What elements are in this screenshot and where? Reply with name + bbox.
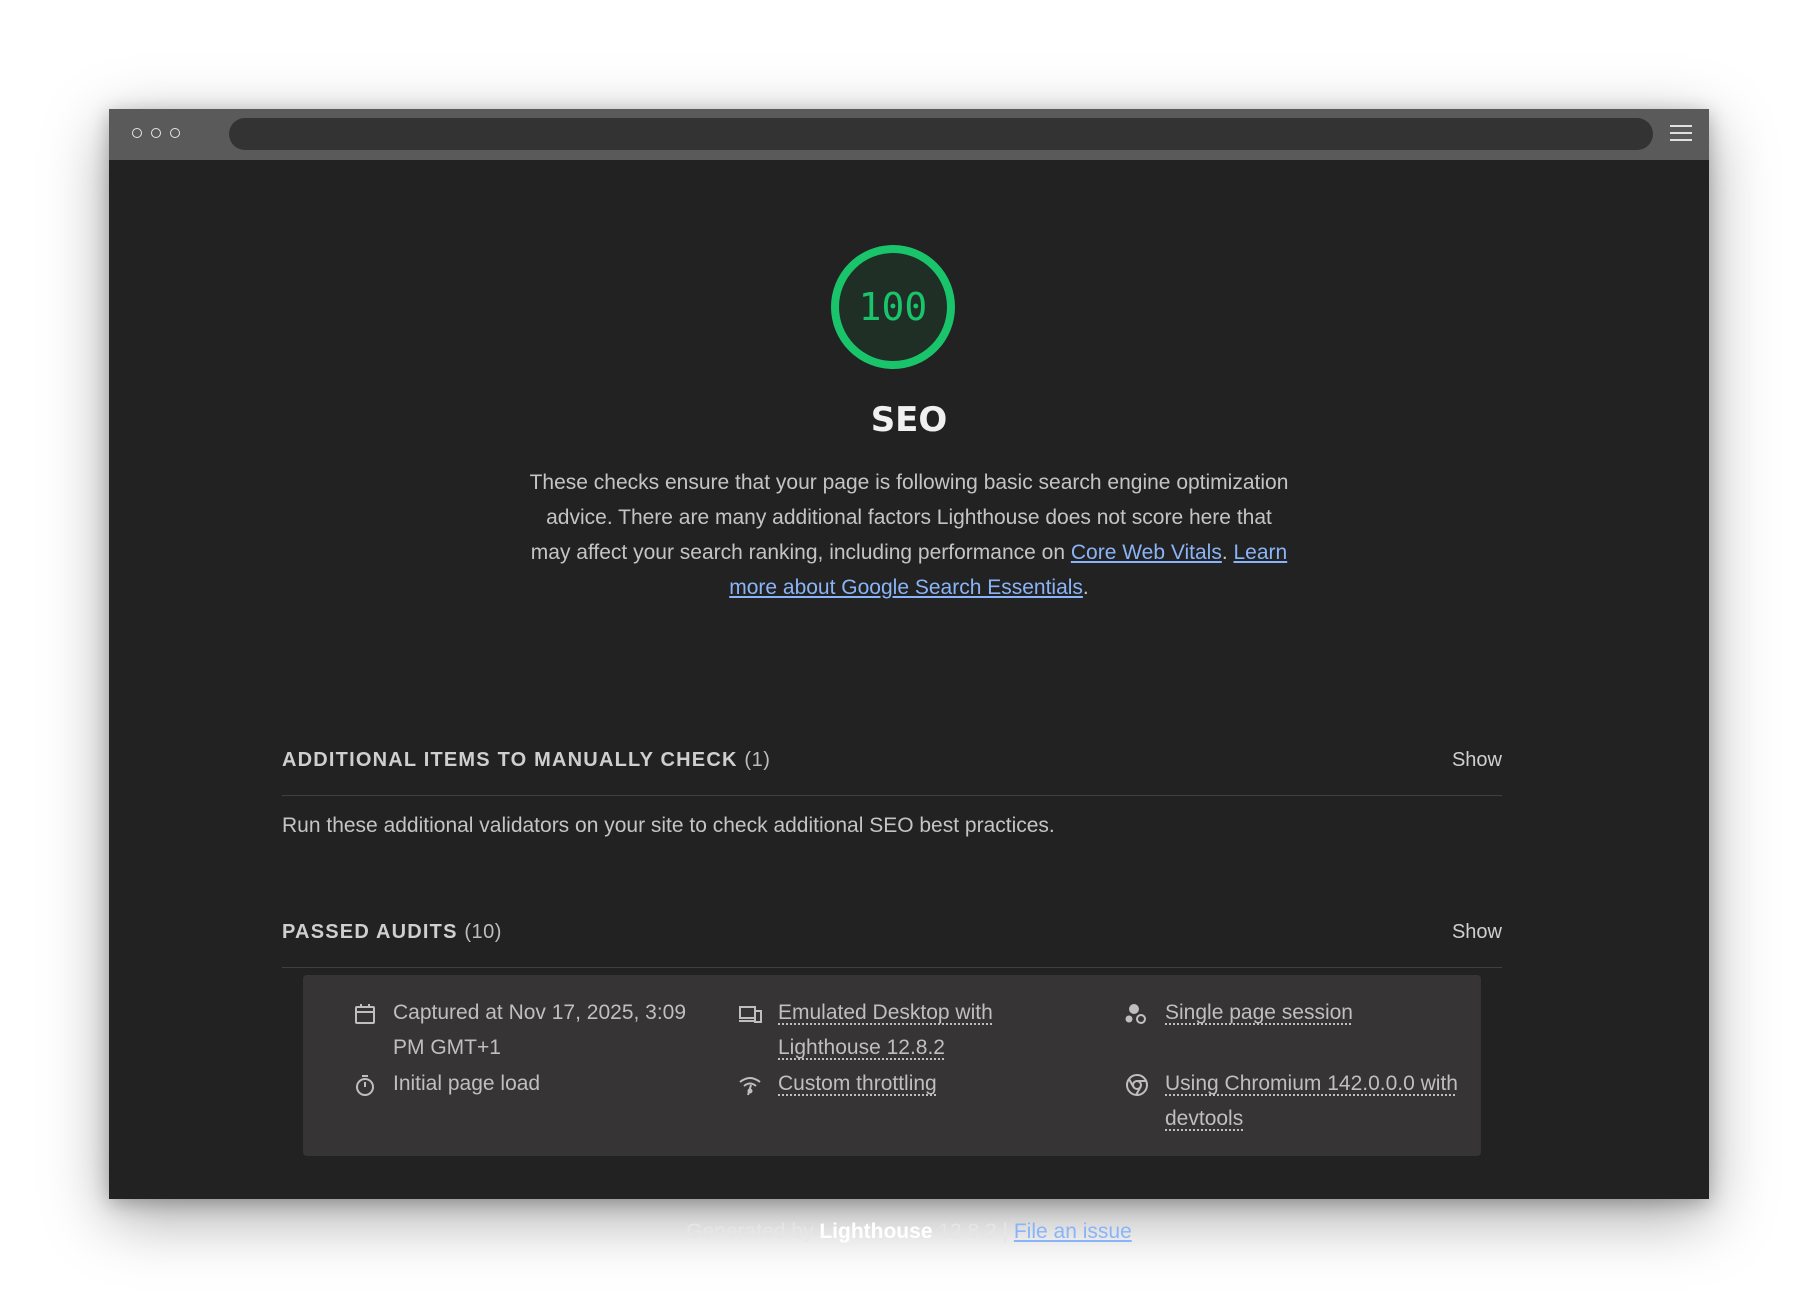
footer-brand: Lighthouse (819, 1220, 933, 1243)
window-controls (132, 128, 180, 138)
close-window-dot[interactable] (132, 128, 142, 138)
hamburger-menu-icon[interactable] (1670, 125, 1692, 143)
report-footer: Generated by Lighthouse 12.8.2 | File an… (109, 1220, 1709, 1244)
browser-titlebar (109, 109, 1709, 160)
section-title-text: PASSED AUDITS (282, 921, 458, 943)
passed-audits-header[interactable]: PASSED AUDITS (10) Show (282, 907, 1502, 968)
file-issue-link[interactable]: File an issue (1014, 1220, 1132, 1243)
chromium-item[interactable]: Using Chromium 142.0.0.0 with devtools (1125, 1066, 1465, 1138)
section-count: (10) (464, 921, 502, 943)
address-bar[interactable] (229, 118, 1653, 150)
captured-text: Captured at Nov 17, 2025, 3:09 PM GMT+1 (393, 1001, 687, 1059)
section-count: (1) (744, 749, 771, 771)
section-title: ADDITIONAL ITEMS TO MANUALLY CHECK (1) (282, 749, 770, 772)
load-item: Initial page load (353, 1066, 693, 1102)
score-value: 100 (858, 285, 928, 329)
maximize-window-dot[interactable] (170, 128, 180, 138)
core-web-vitals-link[interactable]: Core Web Vitals (1071, 541, 1222, 564)
minimize-window-dot[interactable] (151, 128, 161, 138)
runtime-settings-panel: Captured at Nov 17, 2025, 3:09 PM GMT+1 … (303, 975, 1481, 1156)
footer-version: 12.8.2 | (932, 1220, 1014, 1243)
chromium-text[interactable]: Using Chromium 142.0.0.0 with devtools (1165, 1066, 1465, 1136)
person-icon (1125, 1004, 1146, 1024)
footer-generated-label: Generated by (686, 1220, 820, 1243)
devices-icon (739, 1006, 762, 1023)
manual-checks-header[interactable]: ADDITIONAL ITEMS TO MANUALLY CHECK (1) S… (282, 735, 1502, 796)
chromium-icon (1126, 1074, 1148, 1096)
browser-window: 100 SEO These checks ensure that your pa… (109, 109, 1709, 1243)
description-end: . (1082, 576, 1089, 599)
manual-checks-description: Run these additional validators on your … (282, 814, 1055, 837)
session-item[interactable]: Single page session (1125, 995, 1465, 1031)
throttling-text[interactable]: Custom throttling (778, 1066, 1048, 1101)
load-text: Initial page load (393, 1072, 541, 1095)
emulated-text[interactable]: Emulated Desktop with Lighthouse 12.8.2 (778, 995, 1048, 1065)
show-toggle[interactable]: Show (1452, 921, 1502, 944)
show-toggle[interactable]: Show (1452, 749, 1502, 772)
emulated-item[interactable]: Emulated Desktop with Lighthouse 12.8.2 (738, 995, 1058, 1067)
category-title: SEO (870, 400, 948, 440)
calendar-icon (355, 1004, 375, 1024)
description-separator: . (1221, 541, 1234, 564)
category-description: These checks ensure that your page is fo… (529, 465, 1289, 605)
timer-icon (356, 1075, 374, 1096)
session-text[interactable]: Single page session (1165, 995, 1465, 1030)
section-title: PASSED AUDITS (10) (282, 921, 502, 944)
section-title-text: ADDITIONAL ITEMS TO MANUALLY CHECK (282, 749, 738, 771)
wifi-icon (739, 1077, 761, 1096)
captured-item: Captured at Nov 17, 2025, 3:09 PM GMT+1 (353, 995, 693, 1067)
throttling-item[interactable]: Custom throttling (738, 1066, 1058, 1102)
